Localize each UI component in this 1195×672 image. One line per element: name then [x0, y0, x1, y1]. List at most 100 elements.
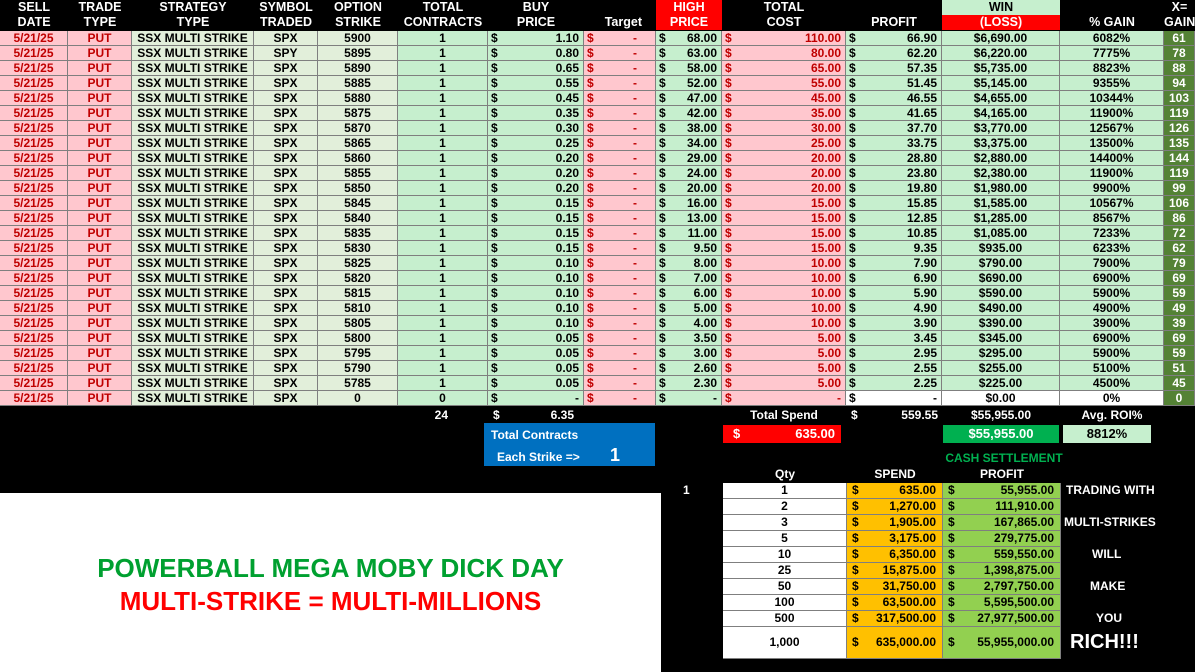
cell-total-contracts: 0	[398, 391, 488, 406]
cell-total-cost: $5.00	[722, 346, 846, 361]
cell-high-price: $3.50	[656, 331, 722, 346]
cell-value: 5/21/25	[13, 166, 54, 180]
cell-value: $6,220.00	[973, 46, 1028, 60]
cell-target: $ -	[584, 301, 656, 316]
cell-value: 59	[1172, 346, 1186, 360]
cell-value: 41.65	[906, 106, 937, 120]
cell-value: 2.95	[913, 346, 937, 360]
total-spend-value: 559.55	[901, 408, 938, 422]
cell-high-price: $20.00	[656, 181, 722, 196]
dollar-sign: $	[587, 61, 594, 75]
cell-value: 5/21/25	[13, 106, 54, 120]
cell-profit: $28.80	[846, 151, 942, 166]
cell-high-price: $16.00	[656, 196, 722, 211]
table-row: 5/21/25 PUT SSX MULTI STRIKE SPX 5855 1 $0.20 $…	[0, 166, 1195, 181]
cell-pct-gain: 11900%	[1060, 166, 1164, 181]
cell-buy-price: $0.15	[488, 226, 584, 241]
dollar-sign: $	[849, 331, 856, 345]
cell-value: 47.00	[686, 91, 717, 105]
cell-trade-type: PUT	[68, 151, 132, 166]
header-high-price: HIGH PRICE	[656, 0, 722, 30]
cell-total-contracts: 1	[398, 121, 488, 136]
dollar-sign: $	[491, 91, 498, 105]
cell-value: 5/21/25	[13, 346, 54, 360]
cash-qty: 25	[723, 563, 847, 579]
cell-pct-gain: 8567%	[1060, 211, 1164, 226]
cell-value: -	[633, 256, 637, 270]
cell-value: 0.10	[555, 316, 579, 330]
cell-total-contracts: 1	[398, 61, 488, 76]
cash-qty: 1,000	[723, 627, 847, 659]
dollar-sign: $	[948, 531, 955, 545]
cell-value: SPX	[273, 361, 298, 375]
cell-value: 1	[439, 361, 446, 375]
dollar-sign: $	[849, 106, 856, 120]
cell-value: 5.00	[817, 361, 841, 375]
cell-x-gain: 79	[1164, 256, 1195, 271]
cell-value: 0.05	[555, 361, 579, 375]
cell-value: 1	[439, 226, 446, 240]
dollar-sign: $	[587, 316, 594, 330]
cell-high-price: $13.00	[656, 211, 722, 226]
dollar-sign: $	[725, 76, 732, 90]
cell-x-gain: 59	[1164, 286, 1195, 301]
cell-sell-date: 5/21/25	[0, 136, 68, 151]
cell-option-strike: 5855	[318, 166, 398, 181]
cell-value: 1	[439, 256, 446, 270]
cell-symbol: SPX	[254, 121, 318, 136]
cell-value: 5/21/25	[13, 46, 54, 60]
header-x-gain: X= GAIN	[1164, 0, 1195, 29]
cell-win-loss: $295.00	[942, 346, 1060, 361]
cell-value: SPX	[273, 121, 298, 135]
cell-value: -	[633, 121, 637, 135]
cell-pct-gain: 10344%	[1060, 91, 1164, 106]
dollar-sign: $	[587, 241, 594, 255]
cell-high-price: $29.00	[656, 151, 722, 166]
dollar-sign: $	[659, 376, 666, 390]
cell-high-price: $42.00	[656, 106, 722, 121]
cell-pct-gain: 10567%	[1060, 196, 1164, 211]
cell-value: 5/21/25	[13, 121, 54, 135]
cell-value: 46.55	[906, 91, 937, 105]
cell-strategy: SSX MULTI STRIKE	[132, 166, 254, 181]
cell-x-gain: 39	[1164, 316, 1195, 331]
header-sell-date: SELL DATE	[17, 0, 51, 29]
cell-x-gain: 72	[1164, 226, 1195, 241]
dollar-sign: $	[948, 579, 955, 593]
cell-value: 14400%	[1089, 151, 1134, 165]
dollar-sign: $	[725, 271, 732, 285]
cell-trade-type: PUT	[68, 181, 132, 196]
dollar-sign: $	[659, 91, 666, 105]
cell-value: PUT	[87, 151, 112, 165]
cell-value: SPX	[273, 286, 298, 300]
cell-value: $4,655.00	[973, 91, 1028, 105]
cell-value: 0.20	[555, 166, 579, 180]
cell-strategy: SSX MULTI STRIKE	[132, 61, 254, 76]
cell-value: 1	[439, 61, 446, 75]
cell-value: 0.15	[555, 241, 579, 255]
cell-value: 20.00	[810, 181, 841, 195]
cell-symbol: SPX	[254, 211, 318, 226]
cell-value: 5865	[344, 136, 371, 150]
cell-buy-price: $0.20	[488, 181, 584, 196]
cell-value: 144	[1168, 151, 1190, 165]
cell-total-cost: $30.00	[722, 121, 846, 136]
cell-value: -	[713, 391, 717, 405]
total-spend-box: $ 635.00	[723, 425, 841, 443]
cell-value: 0.20	[555, 151, 579, 165]
cell-value: 20.00	[810, 166, 841, 180]
contracts-box-title: Total Contracts	[491, 428, 579, 442]
cell-value: PUT	[87, 361, 112, 375]
cell-value: 1	[439, 196, 446, 210]
cell-value: SPX	[273, 331, 298, 345]
cell-value: 35.00	[810, 106, 841, 120]
dollar-sign: $	[659, 391, 666, 405]
cell-value: 5820	[344, 271, 371, 285]
cell-x-gain: 94	[1164, 76, 1195, 91]
cell-win-loss: $590.00	[942, 286, 1060, 301]
cell-value: 1	[439, 31, 446, 45]
header-buy-price: BUY PRICE	[516, 0, 556, 29]
cell-total-contracts: 1	[398, 91, 488, 106]
cell-x-gain: 69	[1164, 331, 1195, 346]
dollar-sign: $	[659, 241, 666, 255]
